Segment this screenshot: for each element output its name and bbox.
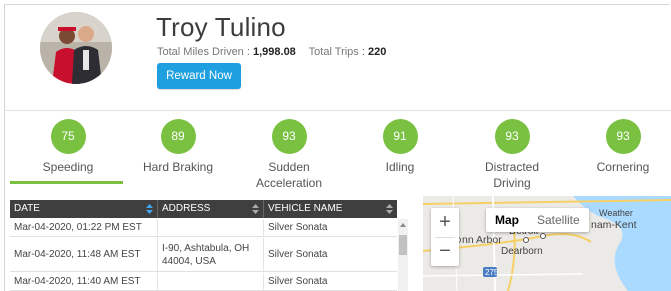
cell-date: Mar-04-2020, 11:48 AM EST [10, 238, 158, 271]
cell-vehicle: Silver Sonata [268, 249, 328, 260]
cell-date: Mar-04-2020, 11:40 AM EST [10, 273, 158, 290]
tab-distracted-driving[interactable]: 93 Distracted Driving [457, 119, 567, 191]
active-tab-indicator [10, 181, 123, 184]
tab-label: Distracted Driving [484, 160, 540, 190]
map-type-control: Map Satellite [486, 208, 589, 232]
scroll-up-arrow-icon[interactable] [400, 223, 406, 227]
map-label-ann-arbor: nn Arbor [462, 234, 502, 246]
driver-stats: Total Miles Driven : 1,998.08 Total Trip… [157, 46, 386, 58]
table-row[interactable]: Mar-04-2020, 11:48 AM EST I-90, Ashtabul… [10, 238, 397, 272]
cell-vehicle: Silver Sonata [268, 276, 328, 287]
column-header-vehicle-name[interactable]: VEHICLE NAME [264, 200, 397, 218]
cell-date: Mar-04-2020, 01:22 PM EST [10, 219, 158, 236]
map-type-map-button[interactable]: Map [486, 208, 528, 232]
zoom-in-button[interactable]: + [431, 208, 459, 237]
tab-label: Speeding [42, 160, 94, 174]
score-badge: 93 [271, 119, 307, 154]
table-scrollbar[interactable] [398, 219, 408, 291]
tab-label: Sudden Acceleration [255, 160, 323, 190]
score-badge: 93 [605, 119, 641, 154]
table-row[interactable]: Mar-04-2020, 01:22 PM EST Silver Sonata [10, 219, 397, 237]
tab-cornering[interactable]: 93 Cornering [568, 119, 671, 175]
trips-value: 220 [367, 46, 387, 58]
miles-label: Total Miles Driven : [157, 46, 253, 58]
tab-idling[interactable]: 91 Idling [345, 119, 455, 175]
tab-sudden-acceleration[interactable]: 93 Sudden Acceleration [234, 119, 344, 191]
tab-speeding[interactable]: 75 Speeding [13, 119, 123, 175]
trips-label: Total Trips : [308, 46, 368, 58]
trip-map[interactable]: Detroit nn Arbor Dearborn 275 Weather na… [423, 196, 671, 291]
map-label-nam-kent: nam-Kent [591, 219, 637, 231]
tab-label: Cornering [596, 160, 650, 174]
scroll-thumb[interactable] [399, 235, 407, 255]
tab-hard-braking[interactable]: 89 Hard Braking [123, 119, 233, 175]
map-label-weather: Weather [599, 208, 633, 218]
score-badge: 89 [160, 119, 196, 154]
map-label-route: 275 [485, 268, 499, 277]
header-divider [4, 110, 671, 111]
avatar [40, 12, 112, 84]
column-header-date[interactable]: DATE [10, 200, 158, 218]
table-header: DATE ADDRESS VEHICLE NAME [10, 200, 397, 218]
sort-icon [386, 204, 393, 214]
miles-value: 1,998.08 [252, 46, 296, 58]
cell-address [158, 273, 264, 290]
cell-address: I-90, Ashtabula, OH 44004, USA [158, 238, 264, 271]
score-badge: 91 [382, 119, 418, 154]
sort-icon [146, 204, 153, 214]
column-header-address[interactable]: ADDRESS [158, 200, 264, 218]
score-badge: 75 [50, 119, 86, 154]
reward-now-button[interactable]: Reward Now [157, 63, 241, 89]
zoom-out-button[interactable]: − [431, 237, 459, 266]
tab-label: Idling [385, 160, 415, 174]
zoom-divider [435, 237, 455, 238]
zoom-control: + − [431, 208, 459, 266]
tab-label: Hard Braking [142, 160, 214, 174]
table-row[interactable]: Mar-04-2020, 11:40 AM EST Silver Sonata [10, 273, 397, 291]
score-badge: 93 [494, 119, 530, 154]
sort-icon [252, 204, 259, 214]
map-type-satellite-button[interactable]: Satellite [528, 208, 589, 232]
map-label-dearborn: Dearborn [501, 246, 543, 257]
driver-name: Troy Tulino [156, 12, 286, 42]
cell-address [158, 219, 264, 236]
cell-vehicle: Silver Sonata [268, 222, 328, 233]
